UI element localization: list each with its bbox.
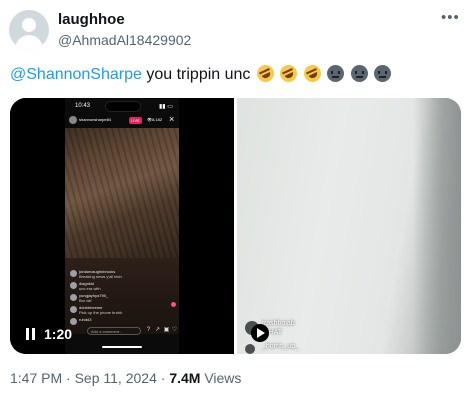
pause-icon[interactable] xyxy=(26,328,36,340)
dynamic-island xyxy=(105,101,141,112)
stream-username: shannonsharpe84 xyxy=(79,117,112,122)
rofl-emoji-icon xyxy=(254,62,277,85)
comment-user: _horns_up_ xyxy=(262,343,299,350)
live-comment: ddubbheeme Pick up the phone bruhh xyxy=(70,305,170,317)
meta-separator: · xyxy=(62,370,75,386)
views-label: Views xyxy=(200,370,242,386)
comment-avatar xyxy=(245,344,255,354)
avatar-head xyxy=(22,18,36,32)
comment-avatar xyxy=(70,318,77,325)
comment-avatar xyxy=(70,294,77,301)
tweet-time[interactable]: 1:47 PM xyxy=(10,370,62,386)
live-comment: _horns_up_ xyxy=(245,343,365,354)
media-container: 10:43 ▮▮ ▭ shannonsharpe84 LIVE 👁8,182 ×… xyxy=(10,98,461,354)
comment-user: trashboiab xyxy=(262,320,295,327)
more-dots-icon[interactable]: ••• xyxy=(441,10,460,25)
question-icon: ? xyxy=(146,327,151,333)
author-handle[interactable]: @AhmadAl18429902 xyxy=(58,32,191,48)
rofl-emoji-icon xyxy=(277,62,301,85)
heart-icon: ♡ xyxy=(171,327,178,333)
video-controls: 1:20 xyxy=(24,326,84,342)
phone-status-time: 10:43 xyxy=(75,103,91,109)
comment-avatar xyxy=(70,282,77,289)
author-avatar[interactable] xyxy=(9,10,49,50)
home-indicator xyxy=(102,346,142,348)
mention-link[interactable]: @ShannonSharpe xyxy=(10,66,142,83)
comment-input: Add a comment... xyxy=(87,327,141,335)
meta-separator: · xyxy=(156,370,170,386)
live-comment: jordanvaughnbrooks Breaking news y'all t… xyxy=(70,269,170,281)
viewer-count-value: 8,182 xyxy=(152,117,163,122)
views-count[interactable]: 7.4M xyxy=(169,370,200,386)
comment-avatar xyxy=(70,306,77,313)
phone-bottom-bar: Add a comment... ? ↗ ▣ ♡ xyxy=(69,327,178,337)
live-comment: yungjayhya795_ Bro wtf xyxy=(70,293,170,305)
wood-texture-background xyxy=(65,128,179,258)
rofl-emoji-icon xyxy=(300,62,324,85)
play-icon[interactable] xyxy=(251,324,269,342)
comment-text: unc era with xyxy=(79,286,101,291)
comment-text: Bro wtf xyxy=(79,298,92,303)
neutral-face-emoji-icon xyxy=(327,65,345,82)
neutral-face-emoji-icon xyxy=(350,65,368,82)
tweet-date[interactable]: Sep 11, 2024 xyxy=(75,370,157,386)
live-badge: LIVE xyxy=(129,117,142,124)
video-timestamp: 1:20 xyxy=(44,326,73,342)
comment-text: Pick up the phone bruhh xyxy=(79,310,123,315)
stream-avatar xyxy=(69,116,77,124)
viewer-count: 👁8,182 xyxy=(147,117,162,122)
stream-header: shannonsharpe84 LIVE 👁8,182 × xyxy=(69,114,175,128)
comment-avatar xyxy=(70,270,77,277)
video-left[interactable]: 10:43 ▮▮ ▭ shannonsharpe84 LIVE 👁8,182 ×… xyxy=(10,98,234,354)
comment-text: Breaking news y'all tech xyxy=(79,274,122,279)
tweet-text: @ShannonSharpe you trippin unc xyxy=(10,62,392,85)
gift-icon: ▣ xyxy=(163,327,170,333)
phone-screen-recording: 10:43 ▮▮ ▭ shannonsharpe84 LIVE 👁8,182 ×… xyxy=(65,98,179,354)
video-right[interactable]: trashboiab WHAT _horns_up_ xyxy=(237,98,461,354)
comment-user: ruhdd3 xyxy=(79,317,92,322)
signal-wifi-battery-icon: ▮▮ ▭ xyxy=(159,104,173,110)
heart-reaction-icon xyxy=(171,302,176,307)
avatar-body xyxy=(15,35,43,50)
phone-status-bar: 10:43 ▮▮ ▭ xyxy=(65,100,179,112)
share-icon: ↗ xyxy=(154,327,161,333)
neutral-face-emoji-icon xyxy=(374,65,392,82)
tweet-meta: 1:47 PM · Sep 11, 2024 · 7.4M Views xyxy=(10,370,241,386)
tweet-body: you trippin unc xyxy=(141,66,251,83)
close-icon: × xyxy=(169,114,175,124)
author-display-name[interactable]: laughhoe xyxy=(58,11,125,28)
live-comment: diagnkid unc era with xyxy=(70,281,170,293)
